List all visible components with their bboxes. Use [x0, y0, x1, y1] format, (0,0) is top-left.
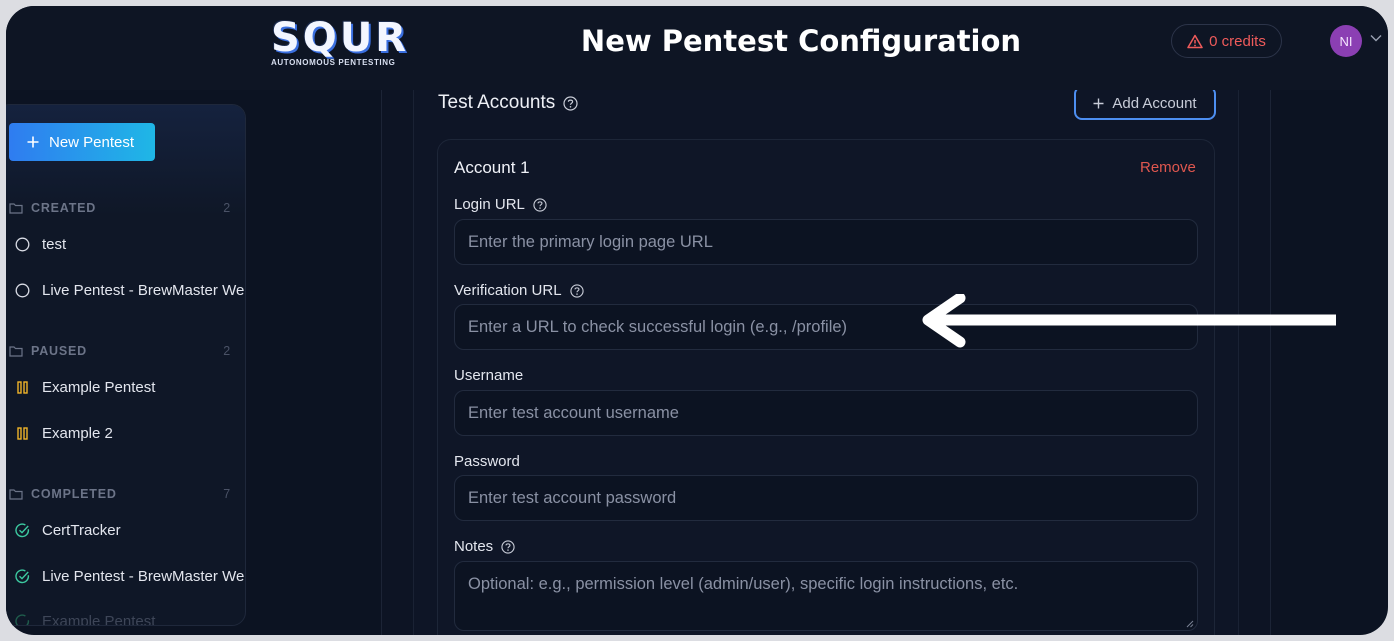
plus-icon [1093, 98, 1104, 108]
group-count: 2 [223, 201, 231, 215]
account-title: Account 1 [454, 158, 530, 177]
check-circle-icon [15, 613, 30, 625]
pause-icon [17, 380, 28, 394]
question-circle-icon[interactable] [501, 539, 515, 554]
question-circle-icon[interactable] [569, 283, 584, 298]
warning-triangle-icon [1187, 34, 1203, 48]
add-account-label: Add Account [1112, 94, 1197, 112]
sidebar-item-brewmaster[interactable]: Live Pentest - BrewMaster We [15, 279, 245, 301]
sidebar-item-label: CertTracker [42, 521, 121, 539]
sidebar-item-label: Example Pentest [42, 612, 156, 626]
sidebar-item-example-pentest[interactable]: Example Pentest [15, 376, 245, 398]
sidebar-item-example-pentest-completed[interactable]: Example Pentest [15, 610, 245, 626]
notes-textarea[interactable] [454, 561, 1198, 631]
field-label-text: Login URL [454, 196, 525, 213]
sidebar-item-label: Live Pentest - BrewMaster We [42, 567, 245, 585]
sidebar-item-test[interactable]: test [15, 233, 245, 255]
plus-icon [27, 136, 39, 148]
field-label-text: Verification URL [454, 282, 562, 299]
group-label: PAUSED [31, 344, 87, 358]
password-input[interactable] [454, 475, 1198, 521]
field-label-text: Notes [454, 538, 494, 555]
folder-icon [9, 346, 23, 357]
group-count: 7 [223, 487, 231, 501]
group-count: 2 [223, 344, 231, 358]
sidebar-item-label: Live Pentest - BrewMaster We [42, 281, 245, 299]
section-title-label: Test Accounts [438, 92, 556, 113]
group-label: CREATED [31, 201, 97, 215]
notes-label: Notes [454, 538, 515, 555]
pause-icon [17, 426, 28, 440]
folder-icon [9, 203, 23, 214]
app-window: SQUR AUTONOMOUS PENTESTING New Pentest C… [6, 6, 1388, 635]
arrow-left-icon [922, 294, 1336, 348]
new-pentest-label: New Pentest [49, 133, 135, 151]
sidebar-item-label: Example Pentest [42, 378, 156, 396]
field-label-text: Username [454, 367, 524, 384]
credits-label: 0 credits [1209, 32, 1266, 50]
verification-url-label: Verification URL [454, 282, 584, 299]
avatar[interactable]: NI [1330, 25, 1362, 57]
resize-handle-icon[interactable] [1186, 620, 1194, 628]
credits-badge[interactable]: 0 credits [1171, 24, 1282, 58]
circle-outline-icon [15, 237, 30, 251]
login-url-input[interactable] [454, 219, 1198, 265]
sidebar-item-certtracker[interactable]: CertTracker [15, 519, 245, 541]
group-header-paused[interactable]: PAUSED 2 [9, 342, 231, 360]
question-circle-icon[interactable] [533, 197, 547, 212]
section-title: Test Accounts [438, 92, 578, 114]
sidebar: New Pentest CREATED 2 test Live Pentest … [6, 104, 246, 626]
username-label: Username [454, 367, 523, 384]
check-circle-icon [15, 522, 30, 537]
add-account-button[interactable]: Add Account [1074, 86, 1216, 120]
check-circle-icon [15, 568, 30, 583]
group-label: COMPLETED [31, 487, 117, 501]
group-header-created[interactable]: CREATED 2 [9, 199, 231, 217]
sidebar-item-example-2[interactable]: Example 2 [15, 422, 245, 444]
sidebar-item-label: Example 2 [42, 424, 113, 442]
login-url-label: Login URL [454, 196, 547, 213]
chevron-down-icon[interactable] [1370, 34, 1382, 42]
question-circle-icon[interactable] [563, 95, 578, 111]
top-bar: SQUR AUTONOMOUS PENTESTING New Pentest C… [6, 6, 1388, 90]
group-header-completed[interactable]: COMPLETED 7 [9, 485, 231, 503]
password-label: Password [454, 453, 520, 470]
field-label-text: Password [454, 453, 520, 470]
sidebar-item-brewmaster-completed[interactable]: Live Pentest - BrewMaster We [15, 565, 245, 587]
folder-icon [9, 489, 23, 500]
circle-outline-icon [15, 283, 30, 297]
new-pentest-button[interactable]: New Pentest [9, 123, 155, 161]
username-input[interactable] [454, 390, 1198, 436]
sidebar-item-label: test [42, 235, 67, 253]
remove-account-link[interactable]: Remove [1140, 159, 1196, 176]
